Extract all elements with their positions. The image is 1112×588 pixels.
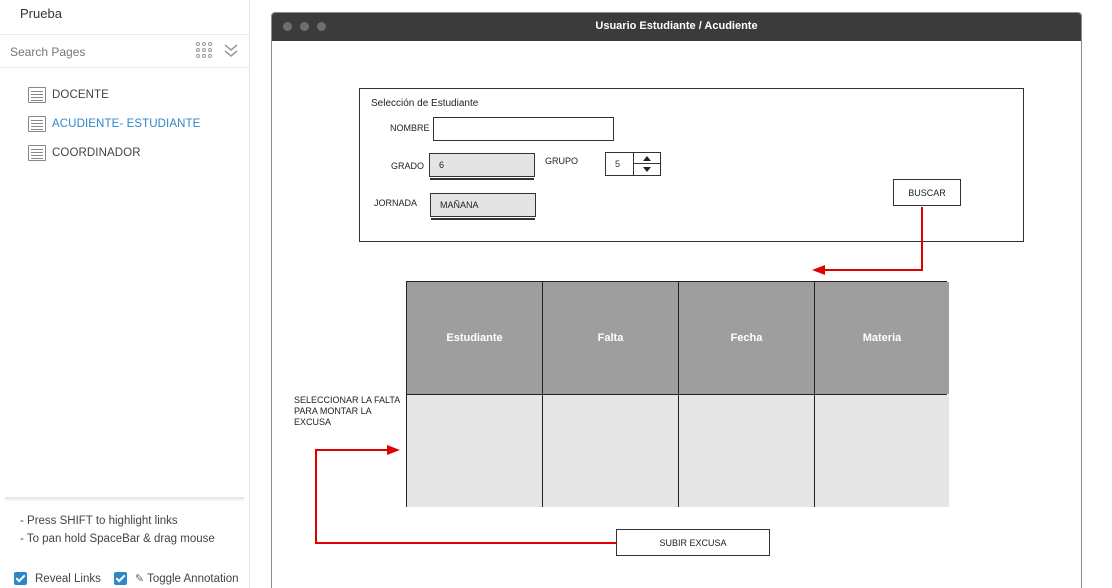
page-label: DOCENTE <box>52 88 109 101</box>
arrowhead-icon <box>812 265 825 275</box>
page-item-acudiente-estudiante[interactable]: ACUDIENTE- ESTUDIANTE <box>28 109 200 138</box>
subir-to-table-arrow <box>315 449 616 544</box>
reveal-links-label: Reveal Links <box>35 572 101 585</box>
toggle-annotation-label: Toggle Annotation <box>147 572 239 585</box>
page-list: DOCENTE ACUDIENTE- ESTUDIANTE COORDINADO… <box>28 80 200 167</box>
hints: - Press SHIFT to highlight links - To pa… <box>20 512 215 548</box>
pencil-icon: ✎ <box>134 573 145 585</box>
page-item-docente[interactable]: DOCENTE <box>28 80 200 109</box>
toggle-annotation-checkbox[interactable] <box>113 572 127 585</box>
flow-arrows <box>315 207 923 544</box>
sidebar: Prueba DOCENTE ACUDIENTE- ESTUDIANTE COO… <box>0 0 250 588</box>
arrowhead-icon <box>387 445 400 455</box>
page-label: COORDINADOR <box>52 146 141 159</box>
hint-pan: - To pan hold SpaceBar & drag mouse <box>20 533 215 545</box>
sidebar-divider <box>5 497 244 501</box>
collapse-chevrons-icon[interactable] <box>223 42 239 60</box>
page-label: ACUDIENTE- ESTUDIANTE <box>52 117 201 130</box>
page-icon <box>28 115 46 132</box>
search-pages-input[interactable] <box>10 43 180 61</box>
browser-window: Usuario Estudiante / Acudiente Selección… <box>271 12 1082 588</box>
footer-toggles: Reveal Links ✎ Toggle Annotation <box>14 572 239 585</box>
page-item-coordinador[interactable]: COORDINADOR <box>28 138 200 167</box>
buscar-to-table-arrow <box>824 207 923 271</box>
page-icon <box>28 144 46 161</box>
page-icon <box>28 86 46 103</box>
grid-view-icon[interactable] <box>196 42 214 60</box>
hint-shift: - Press SHIFT to highlight links <box>20 515 178 527</box>
project-title: Prueba <box>20 6 62 21</box>
reveal-links-checkbox[interactable] <box>14 572 27 585</box>
search-row <box>0 34 249 68</box>
